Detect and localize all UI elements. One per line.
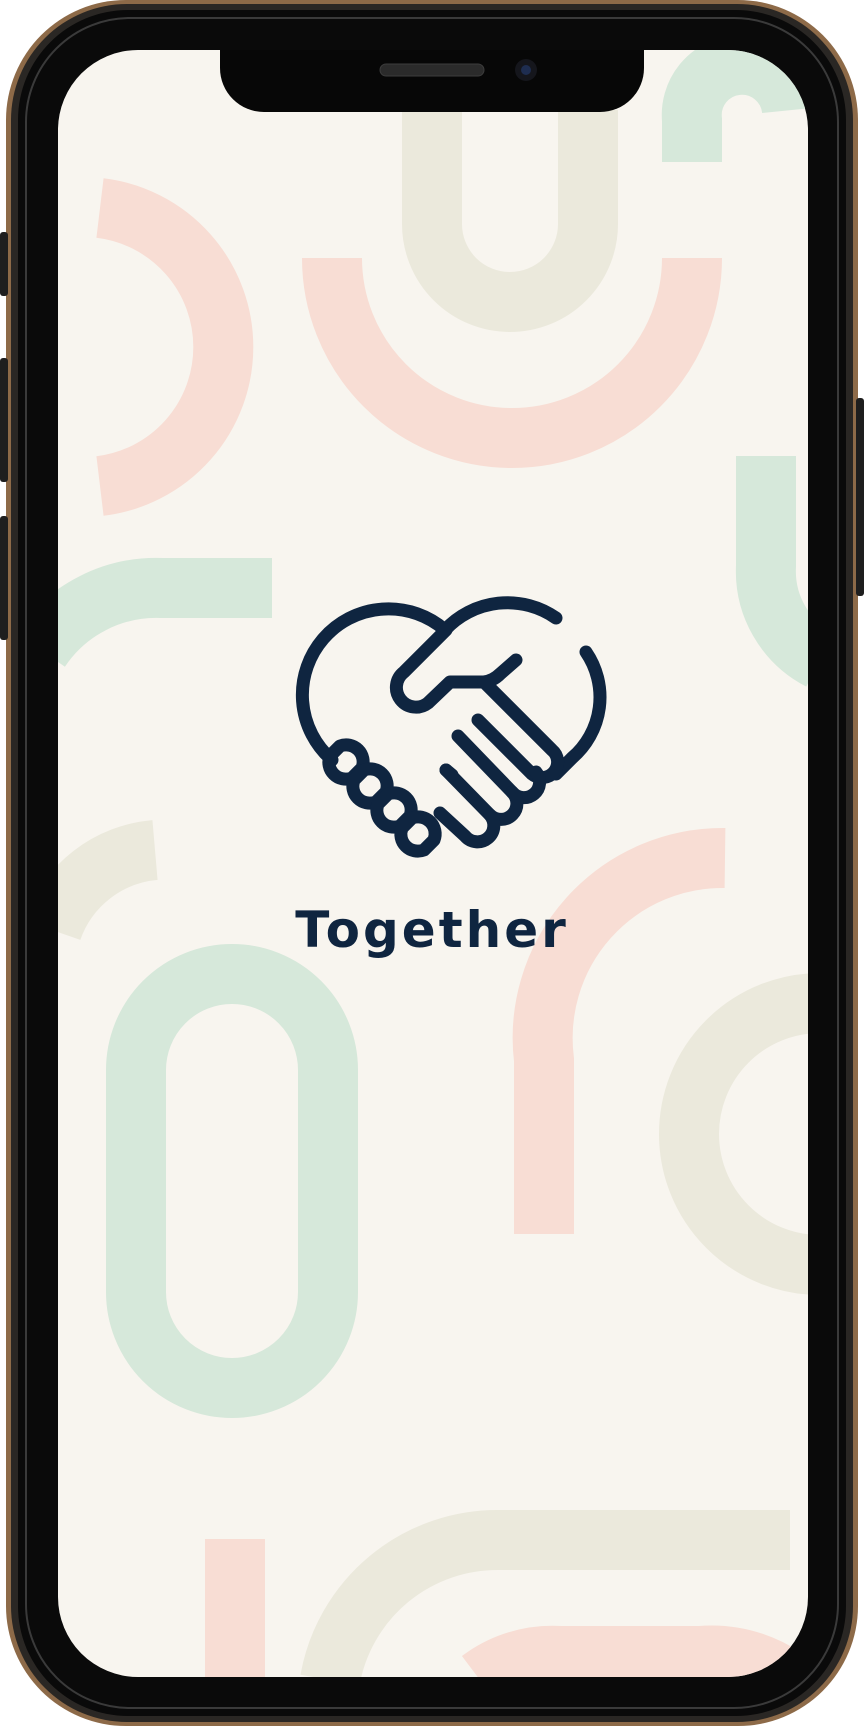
phone-frame-art	[0, 0, 864, 1726]
app-title: Together	[295, 901, 569, 959]
screen	[58, 50, 808, 1677]
mute-switch	[0, 232, 8, 296]
notch	[220, 50, 644, 112]
power-button	[856, 398, 864, 596]
volume-up-button	[0, 358, 8, 482]
earpiece-speaker	[379, 63, 485, 77]
volume-down-button	[0, 516, 8, 640]
phone-device: Together	[0, 0, 864, 1726]
